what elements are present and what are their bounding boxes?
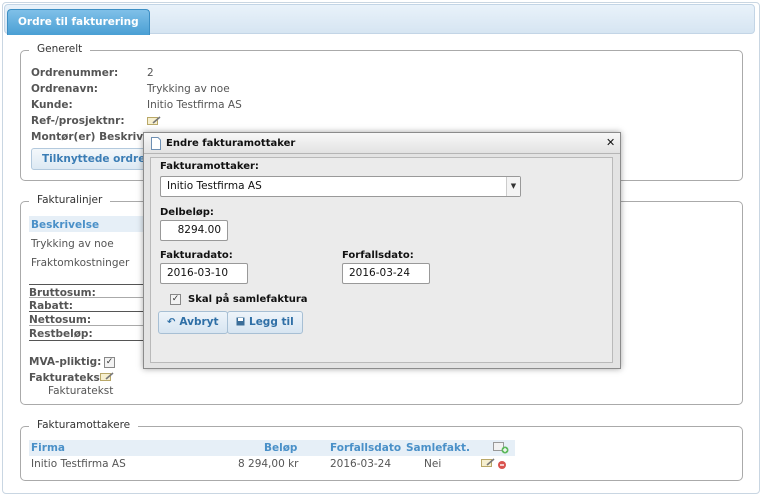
dialog-titlebar[interactable]: Endre fakturamottaker ✕	[144, 133, 620, 154]
belop-column-header[interactable]: Beløp	[264, 442, 297, 454]
fakturatekst-value: Fakturatekst	[48, 385, 114, 397]
tilknyttede-ordrer-button[interactable]: Tilknyttede ordrer	[31, 148, 162, 170]
pencil-note-icon[interactable]	[481, 458, 495, 468]
avbryt-button-label: Avbryt	[179, 316, 219, 328]
tab-bar: Ordre til fakturering	[4, 4, 755, 35]
document-icon	[151, 137, 161, 150]
mottaker-firma: Initio Testfirma AS	[31, 458, 126, 470]
ordrenavn-value: Trykking av noe	[147, 83, 230, 95]
ordrenummer-value: 2	[147, 67, 154, 79]
kunde-label: Kunde:	[31, 99, 73, 111]
sum-bottom-divider	[29, 340, 145, 341]
ordrenummer-label: Ordrenummer:	[31, 67, 119, 79]
ordrenavn-label: Ordrenavn:	[31, 83, 98, 95]
fakturamottaker-select-value: Initio Testfirma AS	[167, 180, 262, 192]
fakturamottakere-legend: Fakturamottakere	[29, 419, 139, 431]
delbelop-input[interactable]: 8294.00	[160, 220, 228, 241]
legg-til-button-label: Legg til	[249, 316, 294, 328]
firma-column-header[interactable]: Firma	[31, 442, 65, 454]
forfallsdato-column-header[interactable]: Forfallsdato	[330, 442, 401, 454]
delete-icon[interactable]	[497, 460, 507, 470]
mottaker-samlefakt: Nei	[424, 458, 442, 470]
kunde-value: Initio Testfirma AS	[147, 99, 242, 111]
mva-pliktig-label: MVA-pliktig:	[29, 356, 102, 368]
fakturadato-input[interactable]: 2016-03-10	[160, 263, 248, 284]
fakturalinje-row-1: Trykking av noe	[31, 238, 114, 250]
sum-divider	[29, 284, 145, 285]
tab-ordre-til-fakturering[interactable]: Ordre til fakturering	[7, 9, 150, 35]
fakturatekst-label: Fakturatekst:	[29, 372, 109, 384]
fakturalinjer-legend: Fakturalinjer	[29, 194, 111, 206]
legg-til-button[interactable]: Legg til	[227, 311, 303, 334]
add-recipient-icon[interactable]	[493, 442, 509, 454]
mottaker-forfallsdato: 2016-03-24	[330, 458, 392, 470]
ref-prosjektnr-label: Ref-/prosjektnr:	[31, 115, 125, 127]
avbryt-button[interactable]: ↶ Avbryt	[158, 311, 228, 334]
samlefaktura-checkbox[interactable]: ✓	[170, 294, 181, 305]
samlefaktura-label: Skal på samlefaktura	[188, 294, 308, 305]
dialog-body: Fakturamottaker: Initio Testfirma AS ▼ D…	[150, 157, 613, 363]
forfallsdato-input[interactable]: 2016-03-24	[342, 263, 430, 284]
pencil-note-icon[interactable]	[147, 116, 161, 126]
fakturalinje-row-2: Fraktomkostninger	[31, 257, 130, 269]
fakturamottaker-select[interactable]: Initio Testfirma AS ▼	[160, 176, 521, 197]
netto-divider	[29, 311, 145, 312]
endre-fakturamottaker-dialog: Endre fakturamottaker ✕ Fakturamottaker:…	[143, 132, 621, 369]
generelt-legend: Generelt	[29, 43, 91, 55]
sum-row-divider	[29, 297, 145, 298]
samlefakt-column-header[interactable]: Samlefakt.	[406, 442, 470, 454]
restbelop-label: Restbeløp:	[29, 328, 93, 340]
rest-divider	[29, 325, 145, 326]
mottaker-belop: 8 294,00 kr	[238, 458, 299, 470]
undo-arrow-icon: ↶	[167, 317, 176, 328]
mva-pliktig-checkbox[interactable]: ✓	[104, 357, 115, 368]
save-disk-icon	[236, 317, 245, 326]
fakturadato-label: Fakturadato:	[160, 250, 233, 261]
pencil-note-icon[interactable]	[100, 372, 114, 382]
delbelop-label: Delbeløp:	[160, 207, 214, 218]
forfallsdato-label: Forfallsdato:	[342, 250, 414, 261]
dialog-title: Endre fakturamottaker	[166, 138, 296, 149]
beskrivelse-column-header[interactable]: Beskrivelse	[31, 219, 99, 231]
fakturamottaker-label: Fakturamottaker:	[160, 161, 259, 172]
chevron-down-icon[interactable]: ▼	[506, 177, 520, 196]
close-icon[interactable]: ✕	[606, 136, 615, 149]
